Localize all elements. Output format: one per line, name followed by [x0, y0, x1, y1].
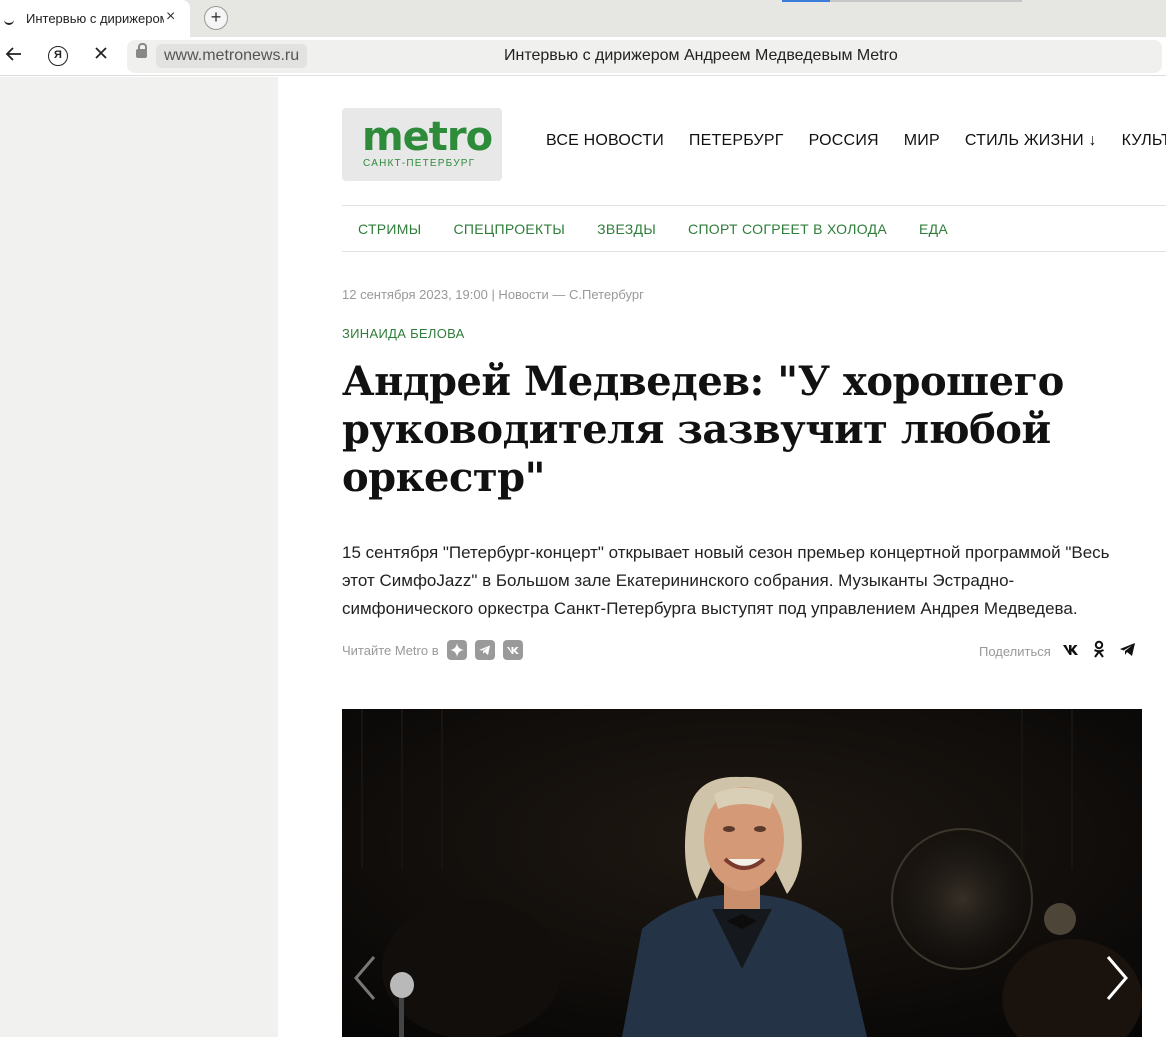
metro-logo[interactable]: metro САНКТ-ПЕТЕРБУРГ — [342, 108, 502, 181]
article-author[interactable]: ЗИНАИДА БЕЛОВА — [342, 326, 465, 341]
telegram-icon[interactable] — [474, 640, 495, 660]
share-ok-icon[interactable] — [1091, 640, 1107, 662]
article-lead: 15 сентября "Петербург-концерт" открывае… — [342, 543, 1110, 618]
dzen-icon[interactable] — [446, 640, 467, 660]
article-headline: Андрей Медведев: "У хорошего руководител… — [342, 358, 1064, 501]
loading-spinner-icon — [4, 15, 14, 25]
browser-tab-bar: Интервью с дирижером Андреем Медведевым … — [0, 0, 1166, 37]
nav-item-russia[interactable]: РОССИЯ — [809, 132, 879, 150]
vk-icon[interactable] — [502, 640, 523, 660]
read-metro-in: Читайте Metro в — [342, 640, 523, 660]
subnav-item-special-projects[interactable]: СПЕЦПРОЕКТЫ — [453, 221, 565, 237]
tab-close-icon[interactable]: × — [166, 8, 175, 26]
nav-item-petersburg[interactable]: ПЕТЕРБУРГ — [689, 132, 784, 150]
nav-item-all-news[interactable]: ВСЕ НОВОСТИ — [546, 132, 664, 150]
read-in-label: Читайте Metro в — [342, 642, 439, 658]
browser-tab[interactable]: Интервью с дирижером Андреем Медведевым … — [0, 0, 190, 37]
main-nav: ВСЕ НОВОСТИ ПЕТЕРБУРГ РОССИЯ МИР СТИЛЬ Ж… — [546, 132, 1166, 150]
subnav-item-food[interactable]: ЕДА — [919, 221, 948, 237]
conductor-photo — [342, 709, 1142, 1037]
logo-word: metro — [362, 114, 493, 160]
lock-icon — [136, 43, 147, 58]
back-arrow-icon[interactable] — [5, 45, 23, 68]
tab-indicator — [782, 0, 830, 2]
nav-item-culture[interactable]: КУЛЬТУРА — [1122, 132, 1166, 150]
share-vk-icon[interactable] — [1062, 643, 1079, 660]
new-tab-button[interactable]: + — [204, 6, 228, 30]
subnav-item-streams[interactable]: СТРИМЫ — [358, 221, 421, 237]
url-page-title: Интервью с дирижером Андреем Медведевым … — [504, 47, 898, 64]
subnav-item-stars[interactable]: ЗВЕЗДЫ — [597, 221, 656, 237]
article-meta: 12 сентября 2023, 19:00 | Новости — С.Пе… — [342, 287, 644, 302]
yandex-icon[interactable]: Я — [48, 46, 68, 66]
stop-loading-icon[interactable] — [94, 45, 108, 65]
share-label: Поделиться — [979, 643, 1051, 659]
tab-title: Интервью с дирижером Андреем Медведевым … — [26, 11, 164, 26]
subnav-item-sport[interactable]: СПОРТ СОГРЕЕТ В ХОЛОДА — [688, 221, 887, 237]
article-photo-slider[interactable] — [342, 709, 1142, 1037]
nav-item-world[interactable]: МИР — [904, 132, 940, 150]
tab-indicator-gray — [830, 0, 1022, 2]
share-block: Поделиться — [979, 640, 1135, 662]
logo-city: САНКТ-ПЕТЕРБУРГ — [363, 158, 476, 169]
left-sidebar-area — [0, 77, 278, 1037]
share-telegram-icon[interactable] — [1119, 642, 1135, 661]
sub-nav: СТРИМЫ СПЕЦПРОЕКТЫ ЗВЕЗДЫ СПОРТ СОГРЕЕТ … — [342, 205, 1166, 252]
url-domain[interactable]: www.metronews.ru — [156, 44, 308, 68]
nav-item-lifestyle[interactable]: СТИЛЬ ЖИЗНИ ↓ — [965, 132, 1097, 150]
